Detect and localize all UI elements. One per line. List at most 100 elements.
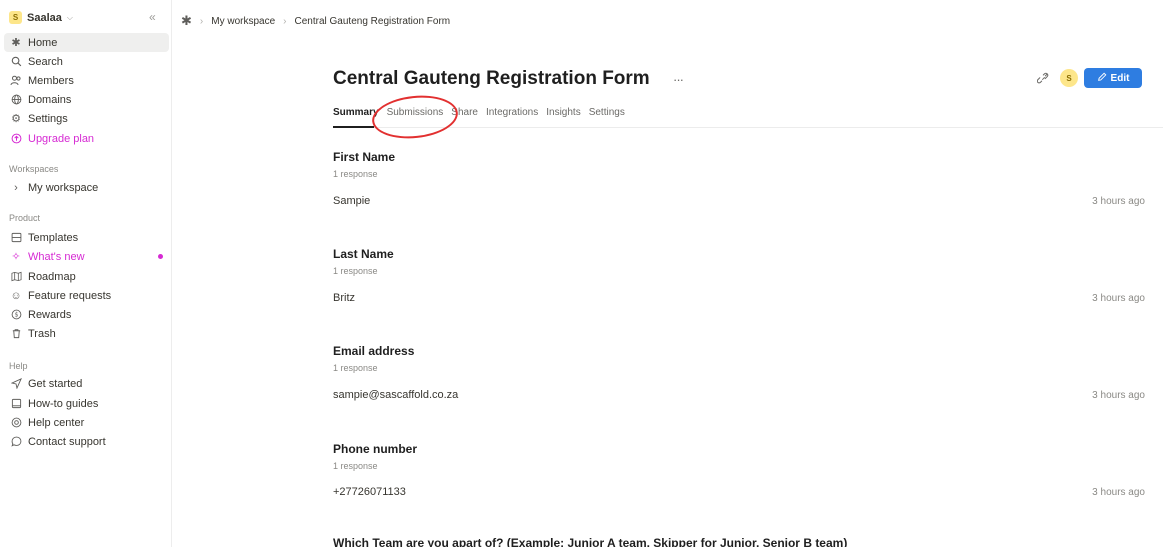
sparkles-icon: ✧ (11, 251, 21, 263)
question-title: Which Team are you apart of? (Example: J… (333, 536, 848, 547)
form-tabs: Summary Submissions Share Integrations I… (333, 107, 625, 118)
avatar[interactable]: S (1060, 69, 1078, 87)
sidebar-item-label: Roadmap (28, 270, 76, 283)
breadcrumb: ✱ › My workspace › Central Gauteng Regis… (181, 13, 450, 29)
book-icon (10, 398, 22, 410)
map-icon (10, 271, 22, 283)
chevron-right-icon: › (199, 15, 204, 27)
response-count: 1 response (333, 169, 378, 179)
response-time: 3 hours ago (1092, 196, 1145, 207)
upgrade-icon (10, 133, 22, 145)
new-indicator-dot (158, 254, 163, 259)
dollar-circle-icon: $ (10, 309, 22, 321)
response-answer: Britz (333, 292, 355, 304)
sidebar-item-label: Help center (28, 416, 85, 429)
sidebar-item-trash[interactable]: Trash (4, 324, 169, 343)
response-time: 3 hours ago (1092, 390, 1145, 401)
templates-icon (10, 232, 22, 244)
chevron-right-icon: › (14, 181, 18, 194)
product-heading: Product (9, 213, 41, 223)
members-icon (10, 75, 22, 87)
edit-button[interactable]: Edit (1084, 68, 1142, 88)
tab-settings[interactable]: Settings (589, 107, 625, 118)
sidebar-item-label: Settings (28, 112, 68, 125)
question-title: First Name (333, 150, 396, 164)
sidebar-item-label: Trash (28, 327, 56, 340)
sidebar-item-label: Upgrade plan (28, 132, 95, 145)
question-title: Email address (333, 344, 415, 358)
sidebar-item-contact-support[interactable]: Contact support (4, 432, 169, 451)
sidebar-item-label: Rewards (28, 308, 72, 321)
active-tab-indicator (333, 126, 374, 128)
tabs-divider (333, 127, 1163, 128)
sidebar-item-label: Templates (28, 231, 79, 244)
response-time: 3 hours ago (1092, 487, 1145, 498)
sidebar-item-help-center[interactable]: Help center (4, 413, 169, 432)
sidebar-item-label: My workspace (28, 181, 99, 194)
sidebar-item-rewards[interactable]: $ Rewards (4, 305, 169, 324)
sidebar-item-label: Search (28, 55, 63, 68)
sidebar-item-label: Home (28, 36, 58, 49)
sidebar-item-home[interactable]: ✱ Home (4, 33, 169, 52)
star-icon: ✱ (11, 37, 21, 49)
sidebar-item-search[interactable]: Search (4, 52, 169, 71)
search-icon (10, 56, 22, 68)
help-heading: Help (9, 361, 28, 371)
breadcrumb-workspace[interactable]: My workspace (211, 16, 275, 27)
tab-integrations[interactable]: Integrations (486, 107, 538, 118)
sidebar-item-label: How-to guides (28, 397, 99, 410)
sidebar-item-my-workspace[interactable]: › My workspace (4, 178, 169, 197)
tab-submissions[interactable]: Submissions (387, 107, 444, 118)
tab-share[interactable]: Share (451, 107, 478, 118)
pencil-icon (1097, 72, 1107, 85)
sidebar-item-members[interactable]: Members (4, 71, 169, 90)
response-count: 1 response (333, 266, 378, 276)
question-title: Last Name (333, 247, 394, 261)
chevron-right-icon: › (283, 15, 287, 27)
svg-text:$: $ (14, 312, 18, 319)
collapse-sidebar-icon[interactable]: « (149, 11, 156, 24)
breadcrumb-form[interactable]: Central Gauteng Registration Form (295, 16, 451, 27)
sidebar-item-label: Feature requests (28, 289, 112, 302)
lifebuoy-icon (10, 417, 22, 429)
workspaces-heading: Workspaces (9, 164, 59, 174)
workspace-avatar: S (9, 11, 22, 24)
response-count: 1 response (333, 363, 378, 373)
sidebar-item-templates[interactable]: Templates (4, 228, 169, 247)
sidebar-item-whats-new[interactable]: ✧ What's new (4, 247, 169, 266)
link-icon[interactable] (1035, 70, 1051, 86)
sidebar: S Saalaa ⌵ « ✱ Home Search Members Domai… (0, 0, 172, 547)
star-icon[interactable]: ✱ (181, 13, 192, 29)
sidebar-item-roadmap[interactable]: Roadmap (4, 267, 169, 286)
trash-icon (10, 328, 22, 340)
sidebar-item-upgrade-plan[interactable]: Upgrade plan (4, 129, 169, 148)
response-count: 1 response (333, 461, 378, 471)
response-answer: +27726071133 (333, 486, 406, 498)
gear-icon: ⚙ (11, 113, 21, 125)
question-title: Phone number (333, 442, 418, 456)
sidebar-item-label: Members (28, 74, 74, 87)
edit-label: Edit (1110, 72, 1130, 84)
sidebar-item-settings[interactable]: ⚙ Settings (4, 109, 169, 128)
send-icon (10, 378, 22, 390)
sidebar-item-label: Get started (28, 377, 83, 390)
more-options-icon[interactable]: ··· (673, 72, 684, 87)
globe-icon (10, 94, 22, 106)
page-title: Central Gauteng Registration Form (333, 68, 650, 89)
response-time: 3 hours ago (1092, 293, 1145, 304)
feature-request-icon: ☺ (10, 289, 22, 302)
chat-bubble-icon (10, 436, 22, 448)
sidebar-item-feature-requests[interactable]: ☺ Feature requests (4, 286, 169, 305)
workspace-switcher[interactable]: S Saalaa ⌵ (9, 11, 73, 24)
sidebar-item-label: Domains (28, 93, 72, 106)
tab-summary[interactable]: Summary (333, 107, 379, 118)
sidebar-item-get-started[interactable]: Get started (4, 374, 169, 393)
chevron-down-icon: ⌵ (66, 12, 73, 22)
sidebar-item-how-to-guides[interactable]: How-to guides (4, 394, 169, 413)
workspace-name: Saalaa (27, 11, 62, 24)
sidebar-item-label: Contact support (28, 435, 106, 448)
response-answer: Sampie (333, 195, 371, 207)
sidebar-item-label: What's new (28, 250, 85, 263)
tab-insights[interactable]: Insights (546, 107, 580, 118)
sidebar-item-domains[interactable]: Domains (4, 90, 169, 109)
